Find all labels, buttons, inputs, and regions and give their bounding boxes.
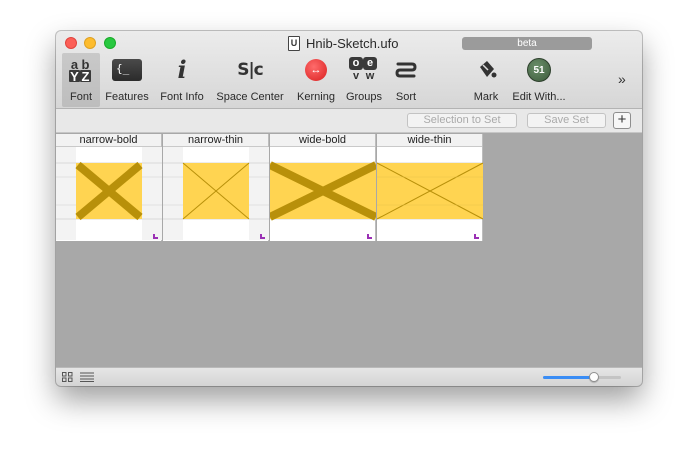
toolbar-mark-label: Mark [473,91,499,103]
space-center-icon-glyph: S|c [237,60,264,80]
toolbar-groups-button[interactable]: o e v w Groups [342,53,386,107]
glyph-name-label: wide-thin [377,134,482,147]
minimize-window-button[interactable] [84,37,96,49]
glyph-preview [56,147,162,240]
toolbar-font-info-label: Font Info [160,91,204,103]
toolbar-font-label: Font [69,91,92,103]
glyph-mark-icon [260,234,265,239]
glyph-name-label: narrow-thin [163,134,268,147]
info-icon-glyph: i [177,55,187,84]
font-grid-icon: a b Y Z [65,55,97,85]
paint-bucket-icon [470,55,502,85]
status-bar [56,367,642,386]
glyph-cell-wide-thin[interactable]: wide-thin [377,134,483,241]
glyph-mark-icon [474,234,479,239]
toolbar-groups-label: Groups [345,91,383,103]
kerning-icon: ↔ [300,55,332,85]
toolbar-kerning-label: Kerning [297,91,335,103]
beta-badge: beta [462,37,592,50]
title-toolbar: U Hnib-Sketch.ufo beta a b Y Z Font {_ F… [56,31,642,109]
grid-view-icon[interactable] [62,372,73,382]
glyph-preview [163,147,269,240]
list-view-icon[interactable] [80,372,94,382]
document-icon: U [288,35,300,51]
toolbar-features-button[interactable]: {_ Features [102,53,152,107]
edit-with-icon: 51 [523,55,555,85]
font-icon-letter: Y [69,69,80,84]
selection-to-set-button[interactable]: Selection to Set [407,113,517,128]
set-bar: Selection to Set Save Set + [56,109,642,133]
glyph-name-label: wide-bold [270,134,375,147]
zoom-slider[interactable] [543,372,621,382]
features-icon-glyph: {_ [112,59,142,81]
groups-icon-letter: v [352,70,360,82]
glyph-preview [377,147,483,240]
glyph-cell-narrow-bold[interactable]: narrow-bold [56,134,162,241]
window-title-group: U Hnib-Sketch.ufo [288,35,399,51]
glyph-cell-narrow-thin[interactable]: narrow-thin [163,134,269,241]
glyph-grid: narrow-bold narrow-thin wide-bold wide-t… [56,134,642,367]
groups-icon: o e v w [348,55,380,85]
info-icon: i [166,55,198,85]
toolbar-kerning-button[interactable]: ↔ Kerning [292,53,340,107]
close-window-button[interactable] [65,37,77,49]
toolbar-edit-with-label: Edit With... [512,91,566,103]
zoom-slider-fill [543,376,595,379]
glyph-cell-wide-bold[interactable]: wide-bold [270,134,376,241]
toolbar-font-info-button[interactable]: i Font Info [156,53,208,107]
add-set-button[interactable]: + [613,112,631,129]
zoom-window-button[interactable] [104,37,116,49]
toolbar-overflow-chevron-icon[interactable]: » [618,71,626,87]
toolbar-mark-button[interactable]: Mark [468,53,504,107]
groups-icon-letter: w [365,70,375,82]
zoom-slider-knob[interactable] [589,372,600,382]
glyph-mark-icon [367,234,372,239]
edit-with-icon-glyph: 51 [527,58,551,82]
space-center-icon: S|c [234,55,266,85]
glyph-preview [270,147,376,240]
font-window: U Hnib-Sketch.ufo beta a b Y Z Font {_ F… [56,31,642,386]
groups-icon-letter: o [349,57,363,70]
save-set-button[interactable]: Save Set [527,113,606,128]
groups-icon-letter: e [363,57,377,70]
sort-icon [390,55,422,85]
window-title: Hnib-Sketch.ufo [306,35,399,51]
toolbar-features-label: Features [105,91,149,103]
font-icon-letter: Z [80,69,91,84]
toolbar-sort-label: Sort [395,91,417,103]
toolbar-space-center-label: Space Center [216,91,284,103]
glyph-mark-icon [153,234,158,239]
toolbar-sort-button[interactable]: Sort [390,53,422,107]
toolbar-space-center-button[interactable]: S|c Space Center [212,53,288,107]
glyph-name-label: narrow-bold [56,134,161,147]
toolbar-font-button[interactable]: a b Y Z Font [62,53,100,107]
features-braces-icon: {_ [111,55,143,85]
toolbar-edit-with-button[interactable]: 51 Edit With... [508,53,570,107]
